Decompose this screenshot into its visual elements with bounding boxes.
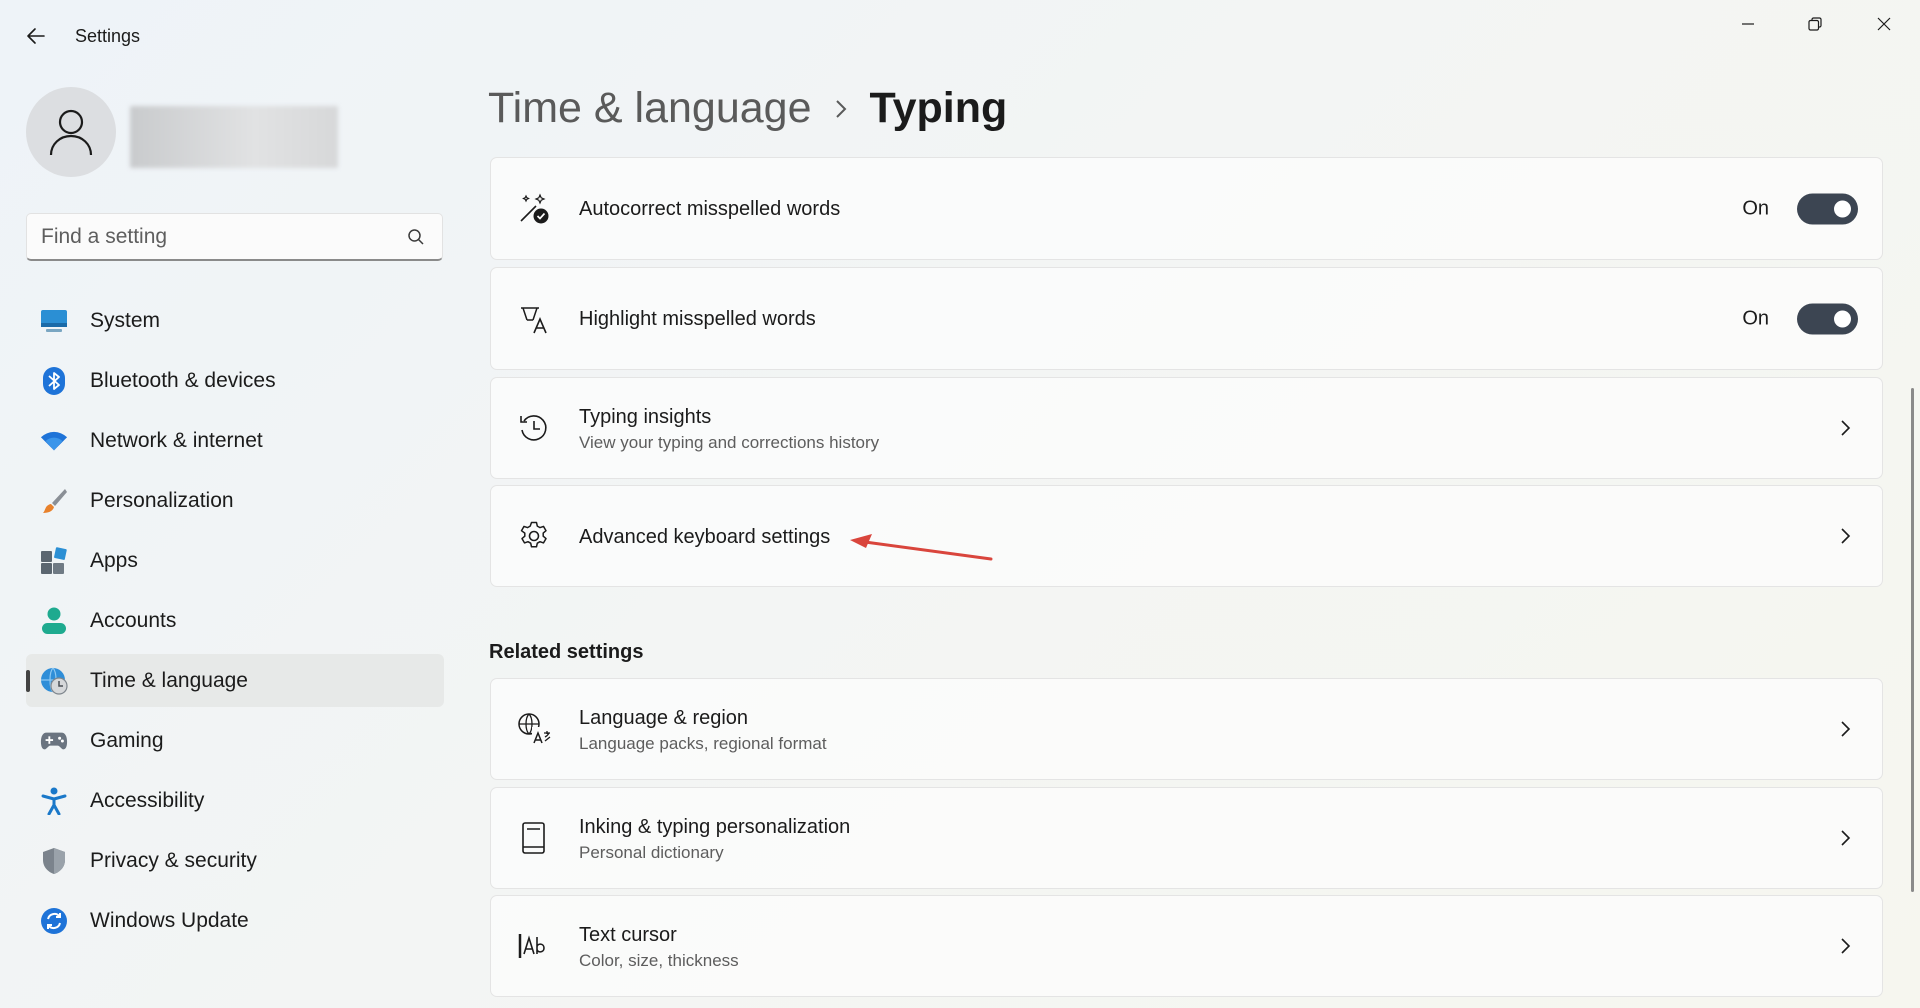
advanced-keyboard-title: Advanced keyboard settings (579, 526, 831, 548)
sidebar-item-network[interactable]: Network & internet (26, 414, 444, 467)
annotation-arrow (850, 534, 993, 561)
sidebar-item-label: Accounts (90, 608, 177, 632)
system-icon (40, 307, 68, 335)
sidebar-item-privacy[interactable]: Privacy & security (26, 834, 444, 887)
sidebar-item-label: Windows Update (90, 908, 249, 932)
globe-clock-icon (40, 667, 68, 695)
sidebar-item-accounts[interactable]: Accounts (26, 594, 444, 647)
apps-icon (40, 547, 68, 575)
search-icon[interactable] (406, 227, 426, 252)
chevron-right-icon (1836, 937, 1854, 955)
sidebar-item-label: Personalization (90, 488, 234, 512)
breadcrumb: Time & language Typing (488, 84, 1007, 133)
related-item-subtitle: Personal dictionary (579, 843, 724, 862)
related-item-subtitle: Color, size, thickness (579, 951, 739, 970)
back-button[interactable] (18, 18, 54, 54)
typing-insights-title: Typing insights (579, 406, 712, 428)
sidebar-item-label: Privacy & security (90, 848, 257, 872)
autocorrect-title: Autocorrect misspelled words (579, 198, 841, 220)
sidebar-item-label: System (90, 308, 161, 332)
highlight-card: Highlight misspelled words On (490, 267, 1883, 370)
sidebar-item-label: Accessibility (90, 788, 205, 812)
text-cursor-icon (517, 929, 551, 963)
close-button[interactable] (1856, 6, 1912, 42)
typing-insights-card[interactable]: Typing insights View your typing and cor… (490, 377, 1883, 479)
typing-insights-subtitle: View your typing and corrections history (579, 433, 880, 452)
related-settings-heading: Related settings (489, 641, 644, 663)
autocorrect-state-label: On (1742, 197, 1769, 219)
sidebar-item-label: Gaming (90, 728, 164, 752)
wifi-icon (40, 427, 68, 455)
sidebar-item-label: Time & language (90, 668, 248, 692)
language-icon (517, 712, 551, 746)
avatar[interactable] (26, 87, 116, 177)
highlight-title: Highlight misspelled words (579, 308, 816, 330)
language-region-card[interactable]: Language & region Language packs, region… (490, 678, 1883, 780)
sidebar-item-accessibility[interactable]: Accessibility (26, 774, 444, 827)
title-bar: Settings (0, 0, 1920, 72)
sidebar-nav: System Bluetooth & devices Network & int… (26, 294, 444, 954)
vertical-scrollbar[interactable] (1911, 388, 1914, 892)
related-item-title: Inking & typing personalization (579, 816, 851, 838)
autocorrect-toggle[interactable] (1797, 193, 1858, 224)
chevron-right-icon (1836, 419, 1854, 437)
highlight-toggle[interactable] (1797, 303, 1858, 334)
sidebar-item-label: Bluetooth & devices (90, 368, 276, 392)
autocorrect-card: Autocorrect misspelled words On (490, 157, 1883, 260)
page-title: Typing (869, 84, 1008, 132)
sidebar-item-windows-update[interactable]: Windows Update (26, 894, 444, 947)
app-title: Settings (75, 26, 141, 46)
text-cursor-card[interactable]: Text cursor Color, size, thickness (490, 895, 1883, 997)
inking-typing-card[interactable]: Inking & typing personalization Personal… (490, 787, 1883, 889)
sidebar-item-time-language[interactable]: Time & language (26, 654, 444, 707)
autocorrect-sparkle-icon (517, 192, 551, 226)
history-clock-icon (517, 411, 551, 445)
accounts-icon (40, 607, 68, 635)
gear-icon (517, 519, 551, 553)
bluetooth-icon (40, 367, 68, 395)
gamepad-icon (40, 727, 68, 755)
person-icon (49, 109, 93, 156)
sidebar-item-bluetooth[interactable]: Bluetooth & devices (26, 354, 444, 407)
sidebar-item-system[interactable]: System (26, 294, 444, 347)
update-icon (40, 907, 68, 935)
sidebar-item-label: Network & internet (90, 428, 263, 452)
search-box[interactable] (26, 213, 443, 261)
highlight-state-label: On (1742, 307, 1769, 329)
highlight-text-icon (517, 302, 551, 336)
breadcrumb-parent[interactable]: Time & language (488, 84, 812, 133)
brush-icon (40, 487, 68, 515)
related-item-title: Language & region (579, 707, 749, 729)
close-icon (1877, 17, 1891, 31)
sidebar-item-personalization[interactable]: Personalization (26, 474, 444, 527)
chevron-right-icon (1836, 829, 1854, 847)
sidebar-item-gaming[interactable]: Gaming (26, 714, 444, 767)
chevron-right-icon (1836, 527, 1854, 545)
chevron-right-icon (1836, 720, 1854, 738)
back-arrow-icon (27, 28, 45, 44)
dictionary-book-icon (517, 821, 551, 855)
search-input[interactable] (41, 224, 391, 249)
sidebar-item-label: Apps (90, 548, 138, 572)
sidebar-item-apps[interactable]: Apps (26, 534, 444, 587)
user-name-redacted (130, 106, 338, 168)
related-item-subtitle: Language packs, regional format (579, 734, 827, 753)
accessibility-icon (40, 787, 68, 815)
minimize-icon (1742, 23, 1754, 25)
chevron-right-icon (834, 98, 848, 120)
shield-icon (40, 847, 68, 875)
advanced-keyboard-card[interactable]: Advanced keyboard settings (490, 485, 1883, 587)
restore-button[interactable] (1787, 6, 1843, 42)
minimize-button[interactable] (1720, 6, 1776, 42)
related-item-title: Text cursor (579, 924, 677, 946)
restore-icon (1808, 17, 1822, 31)
